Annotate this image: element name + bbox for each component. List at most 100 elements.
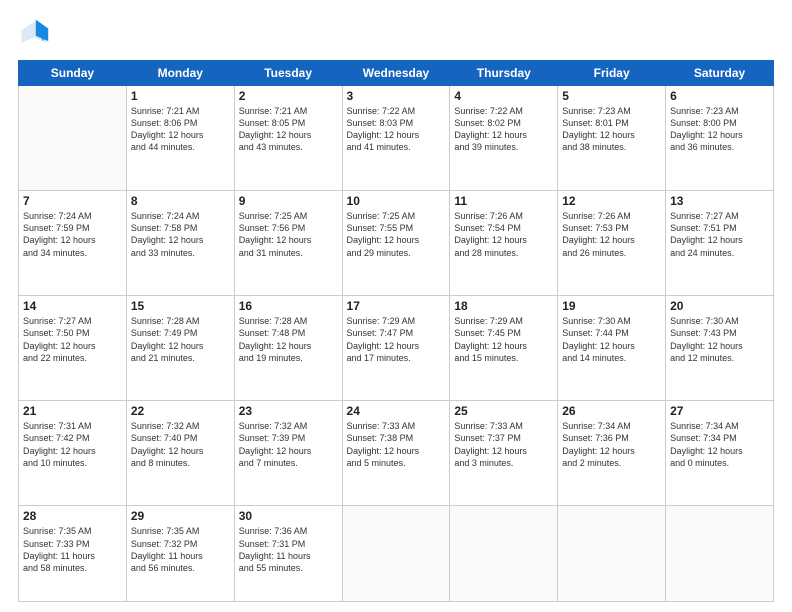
cell-text: Sunrise: 7:23 AMSunset: 8:01 PMDaylight:… [562, 105, 661, 154]
day-number: 7 [23, 194, 122, 208]
calendar-cell: 9 Sunrise: 7:25 AMSunset: 7:56 PMDaylight… [234, 191, 342, 296]
calendar-cell [342, 506, 450, 602]
weekday-monday: Monday [126, 61, 234, 86]
cell-text: Sunrise: 7:31 AMSunset: 7:42 PMDaylight:… [23, 420, 122, 469]
day-number: 19 [562, 299, 661, 313]
calendar-cell: 30 Sunrise: 7:36 AMSunset: 7:31 PMDayligh… [234, 506, 342, 602]
calendar-cell [19, 86, 127, 191]
cell-text: Sunrise: 7:27 AMSunset: 7:51 PMDaylight:… [670, 210, 769, 259]
cell-text: Sunrise: 7:21 AMSunset: 8:06 PMDaylight:… [131, 105, 230, 154]
calendar-cell: 16 Sunrise: 7:28 AMSunset: 7:48 PMDayligh… [234, 296, 342, 401]
day-number: 6 [670, 89, 769, 103]
calendar-cell: 7Sunrise: 7:24 AMSunset: 7:59 PMDaylight… [19, 191, 127, 296]
calendar-cell: 1 Sunrise: 7:21 AMSunset: 8:06 PMDaylight… [126, 86, 234, 191]
calendar-cell: 27Sunrise: 7:34 AMSunset: 7:34 PMDayligh… [666, 401, 774, 506]
weekday-saturday: Saturday [666, 61, 774, 86]
logo [18, 18, 54, 50]
cell-text: Sunrise: 7:27 AMSunset: 7:50 PMDaylight:… [23, 315, 122, 364]
weekday-sunday: Sunday [19, 61, 127, 86]
day-number: 9 [239, 194, 338, 208]
cell-text: Sunrise: 7:29 AMSunset: 7:45 PMDaylight:… [454, 315, 553, 364]
calendar-cell: 8Sunrise: 7:24 AMSunset: 7:58 PMDaylight… [126, 191, 234, 296]
week-row-5: 28 Sunrise: 7:35 AMSunset: 7:33 PMDayligh… [19, 506, 774, 602]
calendar-cell: 2Sunrise: 7:21 AMSunset: 8:05 PMDaylight… [234, 86, 342, 191]
weekday-tuesday: Tuesday [234, 61, 342, 86]
calendar-cell [450, 506, 558, 602]
day-number: 13 [670, 194, 769, 208]
week-row-1: 1 Sunrise: 7:21 AMSunset: 8:06 PMDaylight… [19, 86, 774, 191]
calendar-cell: 21 Sunrise: 7:31 AMSunset: 7:42 PMDayligh… [19, 401, 127, 506]
calendar-cell: 19 Sunrise: 7:30 AMSunset: 7:44 PMDayligh… [558, 296, 666, 401]
cell-text: Sunrise: 7:36 AMSunset: 7:31 PMDaylight:… [239, 525, 338, 574]
cell-text: Sunrise: 7:26 AMSunset: 7:53 PMDaylight:… [562, 210, 661, 259]
cell-text: Sunrise: 7:22 AMSunset: 8:03 PMDaylight:… [347, 105, 446, 154]
weekday-friday: Friday [558, 61, 666, 86]
day-number: 24 [347, 404, 446, 418]
day-number: 21 [23, 404, 122, 418]
calendar-cell: 11 Sunrise: 7:26 AMSunset: 7:54 PMDayligh… [450, 191, 558, 296]
day-number: 18 [454, 299, 553, 313]
weekday-header-row: SundayMondayTuesdayWednesdayThursdayFrid… [19, 61, 774, 86]
cell-text: Sunrise: 7:33 AMSunset: 7:38 PMDaylight:… [347, 420, 446, 469]
calendar-cell: 24 Sunrise: 7:33 AMSunset: 7:38 PMDayligh… [342, 401, 450, 506]
calendar-cell: 10 Sunrise: 7:25 AMSunset: 7:55 PMDayligh… [342, 191, 450, 296]
day-number: 17 [347, 299, 446, 313]
calendar-cell: 23Sunrise: 7:32 AMSunset: 7:39 PMDayligh… [234, 401, 342, 506]
cell-text: Sunrise: 7:30 AMSunset: 7:44 PMDaylight:… [562, 315, 661, 364]
day-number: 12 [562, 194, 661, 208]
page: SundayMondayTuesdayWednesdayThursdayFrid… [0, 0, 792, 612]
calendar-cell: 22Sunrise: 7:32 AMSunset: 7:40 PMDayligh… [126, 401, 234, 506]
calendar-cell: 20Sunrise: 7:30 AMSunset: 7:43 PMDayligh… [666, 296, 774, 401]
cell-text: Sunrise: 7:35 AMSunset: 7:32 PMDaylight:… [131, 525, 230, 574]
cell-text: Sunrise: 7:34 AMSunset: 7:36 PMDaylight:… [562, 420, 661, 469]
cell-text: Sunrise: 7:35 AMSunset: 7:33 PMDaylight:… [23, 525, 122, 574]
day-number: 14 [23, 299, 122, 313]
calendar-cell: 14 Sunrise: 7:27 AMSunset: 7:50 PMDayligh… [19, 296, 127, 401]
cell-text: Sunrise: 7:29 AMSunset: 7:47 PMDaylight:… [347, 315, 446, 364]
cell-text: Sunrise: 7:25 AMSunset: 7:56 PMDaylight:… [239, 210, 338, 259]
cell-text: Sunrise: 7:22 AMSunset: 8:02 PMDaylight:… [454, 105, 553, 154]
logo-icon [18, 18, 50, 50]
calendar-cell: 18 Sunrise: 7:29 AMSunset: 7:45 PMDayligh… [450, 296, 558, 401]
cell-text: Sunrise: 7:21 AMSunset: 8:05 PMDaylight:… [239, 105, 338, 154]
cell-text: Sunrise: 7:28 AMSunset: 7:49 PMDaylight:… [131, 315, 230, 364]
cell-text: Sunrise: 7:33 AMSunset: 7:37 PMDaylight:… [454, 420, 553, 469]
day-number: 26 [562, 404, 661, 418]
day-number: 5 [562, 89, 661, 103]
day-number: 28 [23, 509, 122, 523]
week-row-3: 14 Sunrise: 7:27 AMSunset: 7:50 PMDayligh… [19, 296, 774, 401]
day-number: 20 [670, 299, 769, 313]
weekday-wednesday: Wednesday [342, 61, 450, 86]
calendar-cell [558, 506, 666, 602]
calendar-cell: 15 Sunrise: 7:28 AMSunset: 7:49 PMDayligh… [126, 296, 234, 401]
cell-text: Sunrise: 7:23 AMSunset: 8:00 PMDaylight:… [670, 105, 769, 154]
day-number: 15 [131, 299, 230, 313]
calendar-cell: 6 Sunrise: 7:23 AMSunset: 8:00 PMDaylight… [666, 86, 774, 191]
cell-text: Sunrise: 7:25 AMSunset: 7:55 PMDaylight:… [347, 210, 446, 259]
day-number: 29 [131, 509, 230, 523]
day-number: 11 [454, 194, 553, 208]
day-number: 8 [131, 194, 230, 208]
weekday-thursday: Thursday [450, 61, 558, 86]
calendar-cell: 5 Sunrise: 7:23 AMSunset: 8:01 PMDaylight… [558, 86, 666, 191]
calendar-cell: 17 Sunrise: 7:29 AMSunset: 7:47 PMDayligh… [342, 296, 450, 401]
cell-text: Sunrise: 7:28 AMSunset: 7:48 PMDaylight:… [239, 315, 338, 364]
week-row-4: 21 Sunrise: 7:31 AMSunset: 7:42 PMDayligh… [19, 401, 774, 506]
day-number: 25 [454, 404, 553, 418]
header [18, 18, 774, 50]
day-number: 10 [347, 194, 446, 208]
calendar-cell: 12 Sunrise: 7:26 AMSunset: 7:53 PMDayligh… [558, 191, 666, 296]
calendar-cell: 3 Sunrise: 7:22 AMSunset: 8:03 PMDaylight… [342, 86, 450, 191]
day-number: 3 [347, 89, 446, 103]
calendar-cell [666, 506, 774, 602]
cell-text: Sunrise: 7:32 AMSunset: 7:40 PMDaylight:… [131, 420, 230, 469]
day-number: 30 [239, 509, 338, 523]
day-number: 16 [239, 299, 338, 313]
day-number: 1 [131, 89, 230, 103]
day-number: 23 [239, 404, 338, 418]
calendar-cell: 28 Sunrise: 7:35 AMSunset: 7:33 PMDayligh… [19, 506, 127, 602]
cell-text: Sunrise: 7:26 AMSunset: 7:54 PMDaylight:… [454, 210, 553, 259]
calendar-table: SundayMondayTuesdayWednesdayThursdayFrid… [18, 60, 774, 602]
calendar-cell: 25 Sunrise: 7:33 AMSunset: 7:37 PMDayligh… [450, 401, 558, 506]
cell-text: Sunrise: 7:34 AMSunset: 7:34 PMDaylight:… [670, 420, 769, 469]
